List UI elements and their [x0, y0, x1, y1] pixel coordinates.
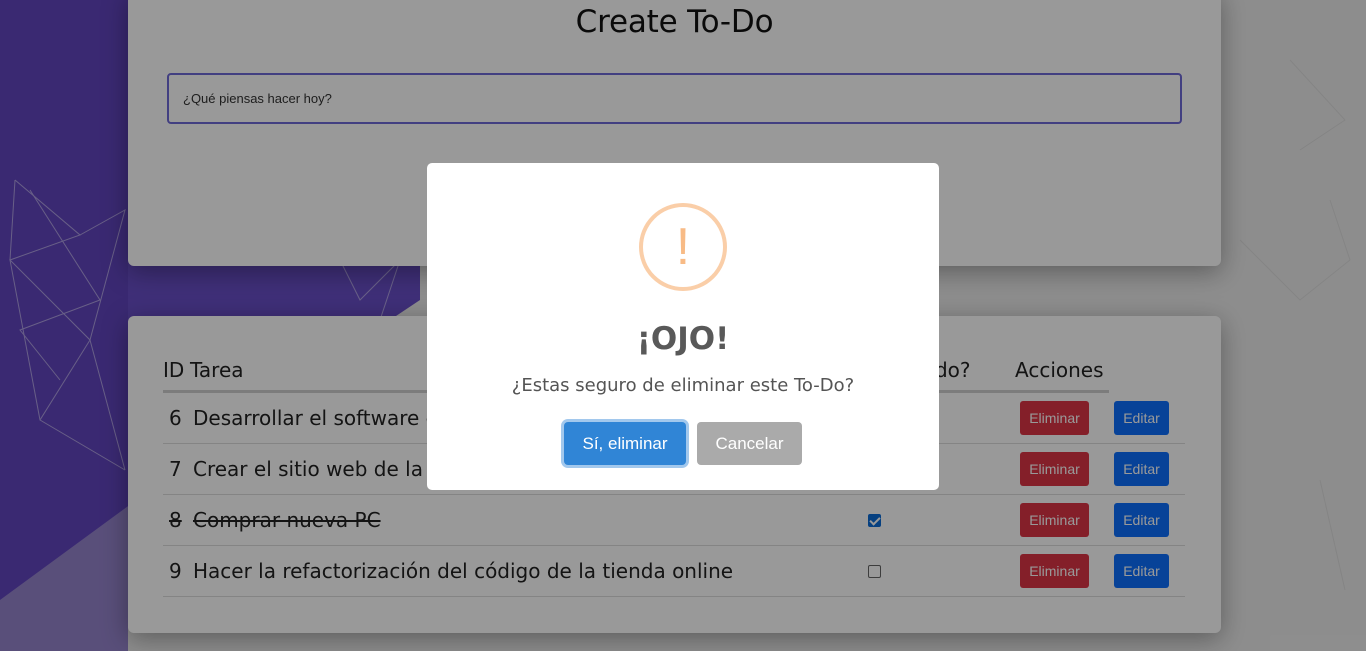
cancel-button[interactable]: Cancelar: [697, 422, 802, 465]
exclamation-mark: !: [675, 218, 691, 276]
confirm-delete-dialog: ! ¡OJO! ¿Estas seguro de eliminar este T…: [427, 163, 939, 490]
confirm-delete-button[interactable]: Sí, eliminar: [564, 422, 686, 465]
dialog-title: ¡OJO!: [636, 321, 730, 357]
dialog-message: ¿Estas seguro de eliminar este To-Do?: [511, 375, 855, 396]
warning-icon: !: [639, 203, 727, 291]
